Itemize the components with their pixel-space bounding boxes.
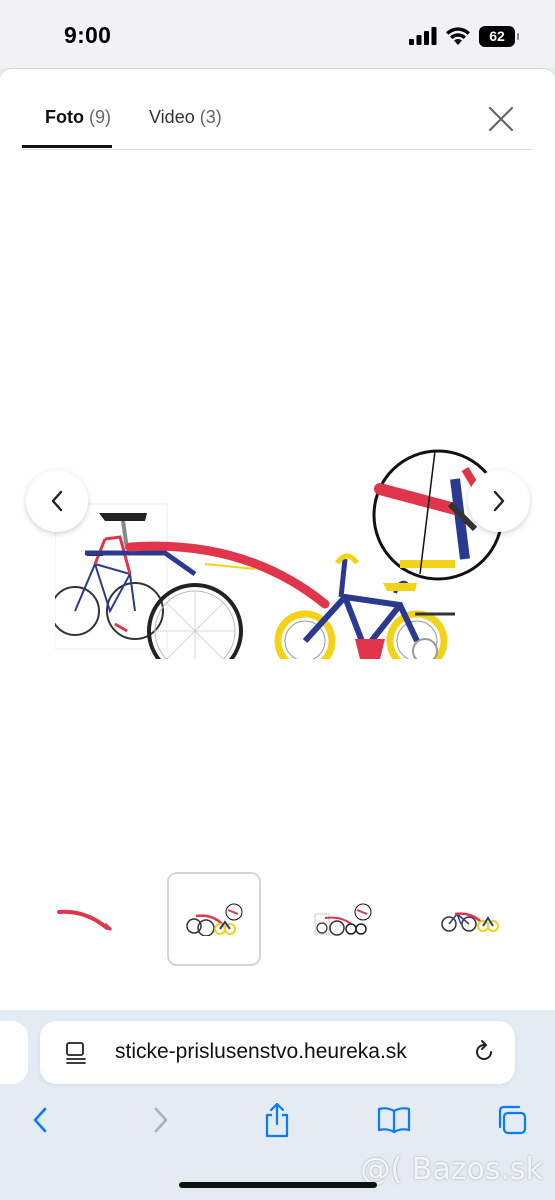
reload-icon[interactable] xyxy=(471,1039,497,1065)
gallery-tabs: Foto (9) Video (3) xyxy=(22,107,260,144)
thumbnail[interactable] xyxy=(296,872,390,966)
tab-video-label: Video xyxy=(149,107,195,127)
forward-button[interactable] xyxy=(139,1098,183,1142)
close-button[interactable] xyxy=(487,105,515,133)
thumbnail-selected[interactable] xyxy=(167,872,261,966)
previous-image-button[interactable] xyxy=(26,470,88,532)
forward-icon xyxy=(154,1107,168,1133)
home-indicator xyxy=(179,1182,377,1188)
tabs-button[interactable] xyxy=(490,1098,534,1142)
chevron-right-icon xyxy=(493,490,505,512)
tab-video-count: (3) xyxy=(199,107,222,127)
share-button[interactable] xyxy=(255,1098,299,1142)
battery-icon: 62 xyxy=(479,25,519,47)
status-time: 9:00 xyxy=(64,22,112,48)
page-menu-icon[interactable] xyxy=(64,1041,88,1065)
url-text[interactable]: sticke-prislusenstvo.heureka.sk xyxy=(115,1040,460,1064)
back-button[interactable] xyxy=(18,1098,62,1142)
thumbnail[interactable] xyxy=(424,872,518,966)
thumbnail-image xyxy=(441,912,499,932)
tab-foto-label: Foto xyxy=(45,107,84,127)
product-image xyxy=(55,449,504,659)
status-icons: 62 xyxy=(409,24,519,48)
book-icon xyxy=(377,1107,411,1134)
back-icon xyxy=(33,1107,47,1133)
battery-level: 62 xyxy=(489,28,505,44)
tab-foto[interactable]: Foto (9) xyxy=(22,107,111,144)
address-bar[interactable]: sticke-prislusenstvo.heureka.sk xyxy=(40,1021,515,1084)
gallery-modal: Foto (9) Video (3) xyxy=(0,68,555,1010)
tabs-icon xyxy=(498,1105,527,1135)
status-bar: 9:00 62 xyxy=(0,0,555,68)
tab-video[interactable]: Video (3) xyxy=(149,107,222,144)
wifi-icon xyxy=(446,27,470,45)
chevron-left-icon xyxy=(51,490,63,512)
cellular-signal-icon xyxy=(409,27,437,45)
next-image-button[interactable] xyxy=(468,470,530,532)
watermark: @( Bazos.sk xyxy=(360,1152,543,1187)
thumbnail-image xyxy=(57,909,113,932)
tab-foto-count: (9) xyxy=(89,107,111,127)
previous-tab-edge[interactable] xyxy=(0,1021,28,1084)
bookmarks-button[interactable] xyxy=(372,1098,416,1142)
active-tab-indicator xyxy=(22,145,112,148)
tabs-divider xyxy=(22,149,533,150)
browser-toolbar xyxy=(0,1098,555,1148)
thumbnail[interactable] xyxy=(38,872,132,966)
thumbnail-image xyxy=(314,903,372,936)
share-icon xyxy=(265,1102,289,1138)
close-icon xyxy=(488,106,514,132)
thumbnail-strip xyxy=(0,872,555,966)
thumbnail-image xyxy=(186,903,243,936)
